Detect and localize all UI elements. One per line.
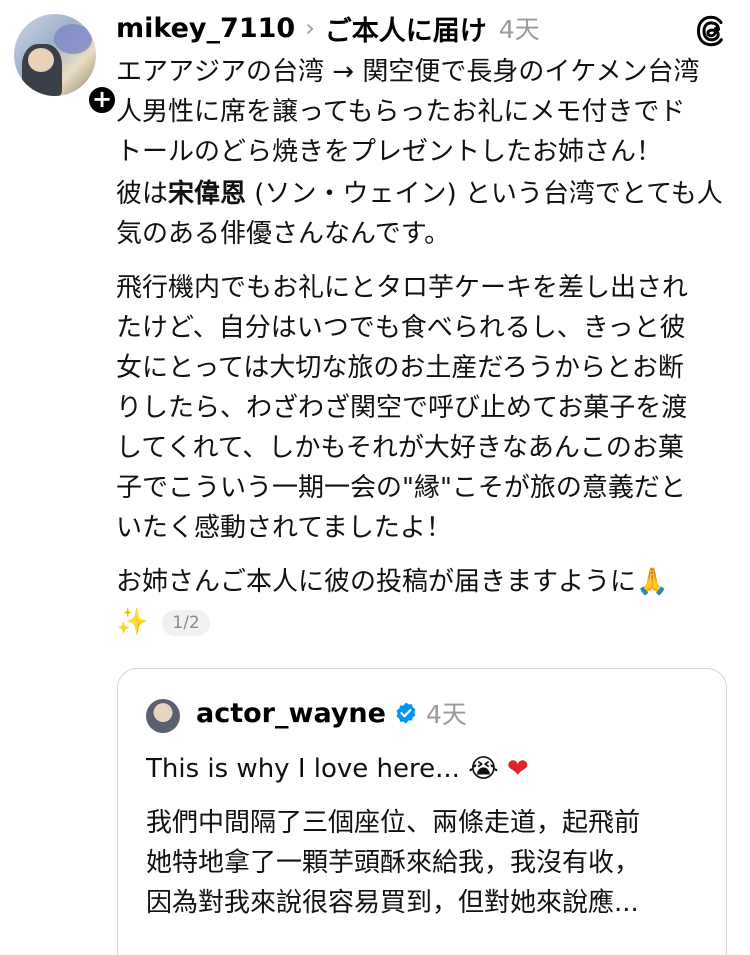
quoted-post-card[interactable]: actor_wayne 4天 This is why I love here..… xyxy=(117,668,727,955)
actor-name: 宋偉恩 xyxy=(168,179,247,209)
threads-logo-icon[interactable] xyxy=(694,14,728,48)
author-username[interactable]: mikey_7110 xyxy=(116,13,295,44)
quoted-post-english-line: This is why I love here... 😭 ❤ xyxy=(146,749,706,789)
post-paragraph: お姉さんご本人に彼の投稿が届きますように🙏 xyxy=(116,567,669,597)
post-paragraph: 彼は宋偉恩 (ソン・ウェイン) という台湾でとても人 気のある俳優さんなんです。 xyxy=(116,174,736,254)
quoted-post-timestamp: 4天 xyxy=(425,700,467,729)
post-paragraph: 飛行機内でもお礼にとタロ芋ケーキを差し出され たけど、自分はいつでも食べられるし… xyxy=(116,273,689,543)
post-timestamp: 4天 xyxy=(498,15,540,44)
sparkle-icon: ✨ xyxy=(116,607,149,637)
post-footer-line: ✨ 1/2 xyxy=(116,602,736,642)
post-body: エアアジアの台湾 → 関空便で長身のイケメン台湾 人男性に席を譲ってもらったお礼… xyxy=(116,52,736,642)
post-paragraph: エアアジアの台湾 → 関空便で長身のイケメン台湾 人男性に席を譲ってもらったお礼… xyxy=(116,57,700,167)
quoted-post-chinese-text: 我們中間隔了三個座位、兩條走道，起飛前 她特地拿了一顆芋頭酥來給我，我沒有收， … xyxy=(146,808,641,918)
reply-to-label[interactable]: ご本人に届け xyxy=(325,9,487,48)
quoted-author-avatar[interactable] xyxy=(146,699,180,733)
crying-face-icon: 😭 xyxy=(468,754,499,784)
follow-plus-button[interactable]: + xyxy=(86,84,118,116)
avatar-art-shape xyxy=(54,24,92,54)
avatar-image[interactable] xyxy=(14,14,96,96)
red-heart-icon: ❤ xyxy=(506,754,529,784)
quoted-author-username[interactable]: actor_wayne xyxy=(196,698,386,729)
avatar-art-shape xyxy=(28,48,54,72)
quoted-post-text: This is why I love here... xyxy=(146,754,460,784)
quoted-post-body: This is why I love here... 😭 ❤ 我們中間隔了三個座… xyxy=(146,749,706,923)
author-avatar[interactable]: + xyxy=(14,14,118,116)
verified-badge-icon xyxy=(396,702,416,724)
post-header: mikey_7110 › ご本人に届け 4天 xyxy=(116,8,676,48)
chevron-right-icon: › xyxy=(305,14,315,42)
post-text: 彼は xyxy=(116,179,169,209)
page-counter: 1/2 xyxy=(162,609,210,636)
quoted-post-header: actor_wayne 4天 xyxy=(196,695,467,731)
